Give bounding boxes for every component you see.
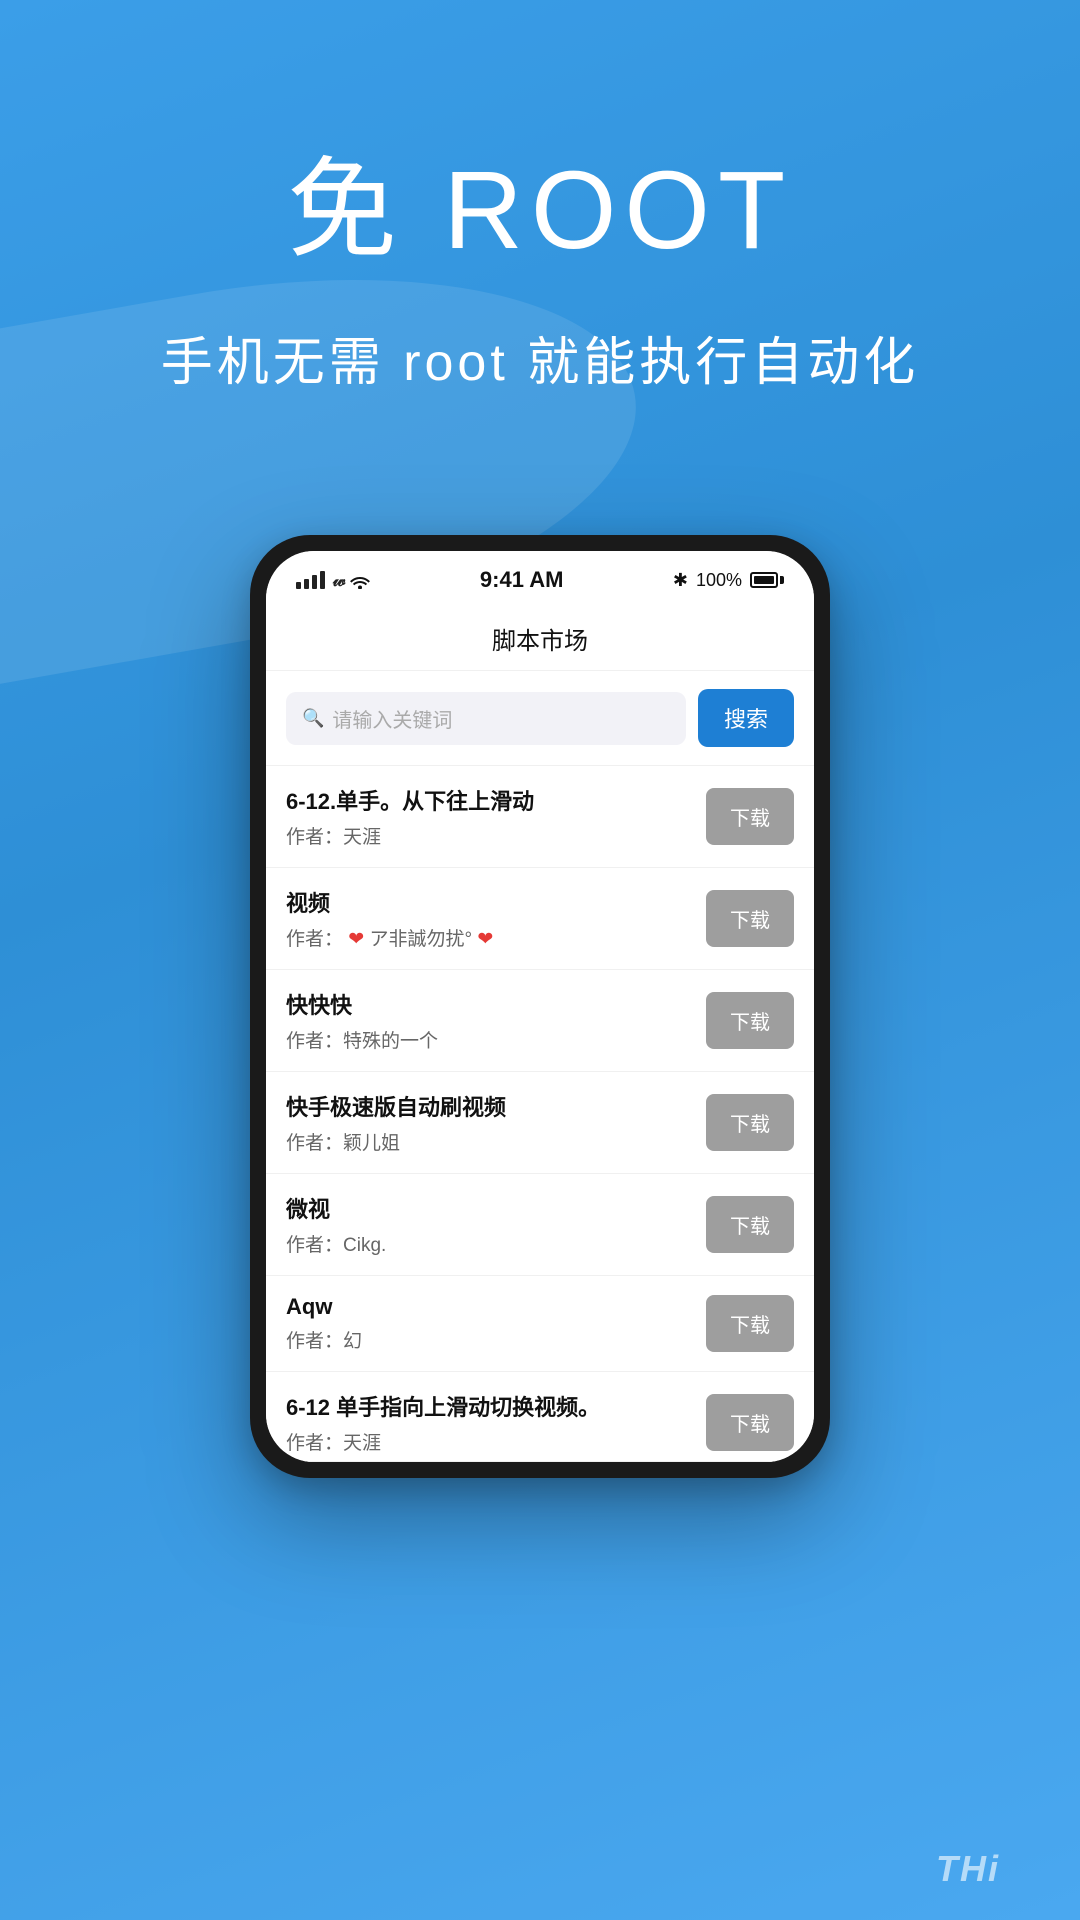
- download-button[interactable]: 下载: [706, 1394, 794, 1451]
- list-item: 视频 作者： ❤ ︎ア非誠勿扰° ❤ 下载: [266, 868, 814, 970]
- download-button[interactable]: 下载: [706, 890, 794, 947]
- hero-title: 免 ROOT: [287, 120, 793, 280]
- list-item: 快快快 作者：特殊的一个 下载: [266, 970, 814, 1072]
- script-info: 快手极速版自动刷视频 作者：颖儿姐: [286, 1090, 706, 1155]
- hero-subtitle: 手机无需 root 就能执行自动化: [161, 320, 920, 395]
- search-row: 🔍 请输入关键词 搜索: [266, 671, 814, 766]
- script-author: 作者：天涯: [286, 1428, 690, 1455]
- battery-percent: 100%: [696, 570, 742, 591]
- script-author: 作者：特殊的一个: [286, 1026, 690, 1053]
- download-button[interactable]: 下载: [706, 1295, 794, 1352]
- script-info: 微视 作者：Cikg.: [286, 1192, 706, 1257]
- list-item: Aqw 作者：幻 下载: [266, 1276, 814, 1372]
- search-icon: 🔍: [302, 708, 324, 729]
- signal-icon: [296, 571, 325, 589]
- script-author: 作者： ❤ ︎ア非誠勿扰° ❤: [286, 924, 690, 951]
- script-author: 作者：Cikg.: [286, 1230, 690, 1257]
- heart-icon-left: ❤: [348, 929, 364, 950]
- search-input-wrap[interactable]: 🔍 请输入关键词: [286, 692, 686, 745]
- script-list: 6-12.单手。从下往上滑动 作者：天涯 下载 视频 作者： ❤ ︎ア非: [266, 766, 814, 1462]
- status-time: 9:41 AM: [480, 567, 564, 593]
- script-name: Aqw: [286, 1294, 690, 1320]
- script-name: 6-12.单手。从下往上滑动: [286, 784, 690, 816]
- script-name: 6-12 单手指向上滑动切换视频。: [286, 1390, 690, 1422]
- list-item: 微视 作者：Cikg. 下载: [266, 1174, 814, 1276]
- bottom-watermark: THi: [936, 1848, 1000, 1890]
- list-item: 6-12.单手。从下往上滑动 作者：天涯 下载: [266, 766, 814, 868]
- bluetooth-icon: ✱: [673, 570, 688, 591]
- list-item: 快手极速版自动刷视频 作者：颖儿姐 下载: [266, 1072, 814, 1174]
- download-button[interactable]: 下载: [706, 788, 794, 845]
- page-background: 免 ROOT 手机无需 root 就能执行自动化 𝓌: [0, 0, 1080, 1920]
- script-author: 作者：天涯: [286, 822, 690, 849]
- heart-icon-right: ❤: [477, 929, 493, 950]
- status-left: 𝓌: [296, 570, 370, 591]
- script-info: 视频 作者： ❤ ︎ア非誠勿扰° ❤: [286, 886, 706, 951]
- app-header-title: 脚本市场: [266, 603, 814, 671]
- status-bar: 𝓌 9:41 AM ✱ 100%: [266, 551, 814, 603]
- download-button[interactable]: 下载: [706, 1196, 794, 1253]
- status-right: ✱ 100%: [673, 570, 784, 591]
- script-author: 作者：幻: [286, 1326, 690, 1353]
- list-item: 6-12 单手指向上滑动切换视频。 作者：天涯 下载: [266, 1372, 814, 1462]
- script-author: 作者：颖儿姐: [286, 1128, 690, 1155]
- download-button[interactable]: 下载: [706, 1094, 794, 1151]
- battery-icon: [750, 572, 784, 588]
- search-placeholder: 请输入关键词: [332, 704, 452, 733]
- hero-section: 免 ROOT 手机无需 root 就能执行自动化: [0, 0, 1080, 475]
- wifi-icon: 𝓌: [333, 570, 370, 591]
- script-name: 微视: [286, 1192, 690, 1224]
- script-name: 快手极速版自动刷视频: [286, 1090, 690, 1122]
- phone-frame: 𝓌 9:41 AM ✱ 100%: [250, 535, 830, 1478]
- script-info: Aqw 作者：幻: [286, 1294, 706, 1353]
- script-info: 快快快 作者：特殊的一个: [286, 988, 706, 1053]
- search-button[interactable]: 搜索: [698, 689, 794, 747]
- script-name: 视频: [286, 886, 690, 918]
- script-name: 快快快: [286, 988, 690, 1020]
- download-button[interactable]: 下载: [706, 992, 794, 1049]
- script-info: 6-12 单手指向上滑动切换视频。 作者：天涯: [286, 1390, 706, 1455]
- script-info: 6-12.单手。从下往上滑动 作者：天涯: [286, 784, 706, 849]
- phone-screen: 𝓌 9:41 AM ✱ 100%: [266, 551, 814, 1462]
- phone-mockup: 𝓌 9:41 AM ✱ 100%: [250, 535, 830, 1478]
